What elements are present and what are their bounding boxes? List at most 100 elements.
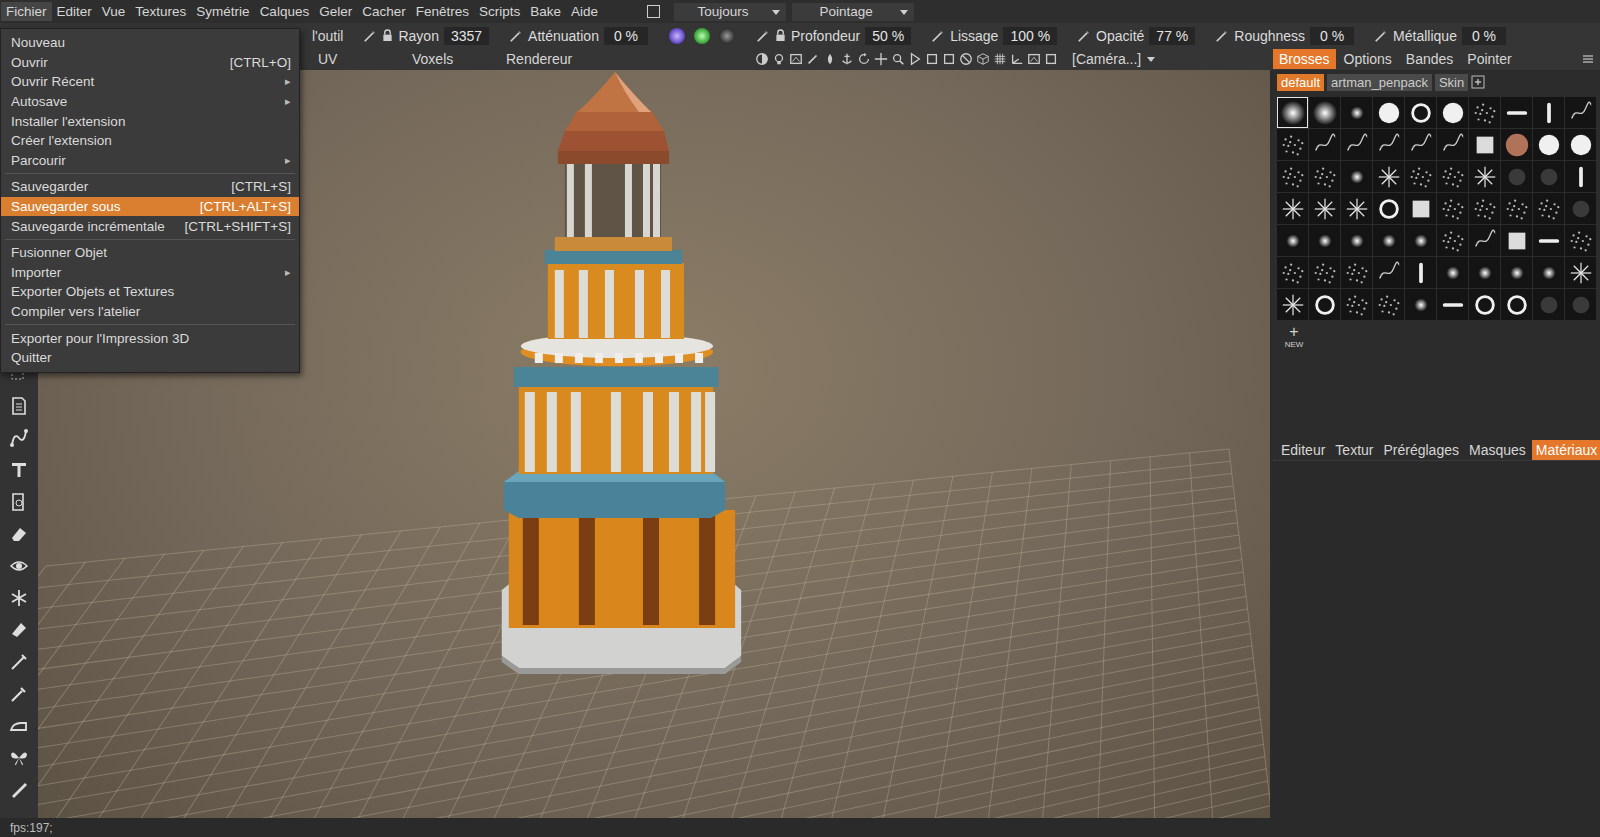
room-tab[interactable]: UV (318, 51, 412, 67)
ruler-icon[interactable] (9, 780, 29, 800)
brush-cell[interactable] (1565, 161, 1596, 192)
visibility-checkbox[interactable] (647, 5, 660, 18)
brush-cell[interactable] (1437, 289, 1468, 320)
dropdown[interactable]: Pointage (792, 3, 914, 21)
brush-cell[interactable] (1309, 97, 1340, 128)
brush-cell[interactable] (1373, 257, 1404, 288)
field-value[interactable]: 0 % (604, 27, 648, 45)
brush-cell[interactable] (1341, 193, 1372, 224)
brush-cell[interactable] (1277, 289, 1308, 320)
menu-item[interactable]: Quitter (1, 348, 299, 368)
brush-cell[interactable] (1373, 289, 1404, 320)
pen-icon[interactable] (9, 652, 29, 672)
box-icon[interactable] (1044, 52, 1058, 66)
curve-icon[interactable] (9, 428, 29, 448)
cube-icon[interactable] (976, 52, 990, 66)
menu-bar-item[interactable]: Aide (566, 2, 603, 21)
brush-cell[interactable] (1373, 97, 1404, 128)
brush-set-tab[interactable]: artman_penpack (1327, 74, 1432, 91)
brush-cell[interactable] (1533, 97, 1564, 128)
pen-pressure-icon[interactable] (756, 29, 770, 43)
brush-cell[interactable] (1501, 129, 1532, 160)
panel-tab[interactable]: Préréglages (1379, 440, 1463, 460)
brush-cell[interactable] (1341, 289, 1372, 320)
box-icon[interactable] (942, 52, 956, 66)
menu-bar-item[interactable]: Cacher (357, 2, 411, 21)
brush-cell[interactable] (1565, 225, 1596, 256)
brush-cell[interactable] (1501, 225, 1532, 256)
brush-cell[interactable] (1405, 289, 1436, 320)
brush-cell[interactable] (1469, 289, 1500, 320)
menu-item[interactable]: Exporter pour l'Impression 3D (1, 328, 299, 348)
pen-pressure-icon[interactable] (1077, 29, 1091, 43)
brush-cell[interactable] (1469, 161, 1500, 192)
menu-bar-item[interactable]: Bake (525, 2, 566, 21)
box-icon[interactable] (925, 52, 939, 66)
brush-cell[interactable] (1501, 193, 1532, 224)
panel-tab[interactable]: Brosses (1273, 49, 1336, 69)
brush-set-tab[interactable]: Skin (1435, 74, 1468, 91)
brush-cell[interactable] (1309, 289, 1340, 320)
pen-pressure-icon[interactable] (1374, 29, 1388, 43)
butterfly-icon[interactable] (9, 748, 29, 768)
pen-pressure-icon[interactable] (1215, 29, 1229, 43)
brush-cell[interactable] (1469, 225, 1500, 256)
tee-icon[interactable] (9, 460, 29, 480)
snow-icon[interactable] (9, 588, 29, 608)
brush-cell[interactable] (1341, 161, 1372, 192)
menu-item[interactable]: Sauvegarde incrémentale[CTRL+SHIFT+S] (1, 216, 299, 236)
brush-cell[interactable] (1437, 97, 1468, 128)
brush-cell[interactable] (1405, 161, 1436, 192)
brush-cell[interactable] (1309, 129, 1340, 160)
dropdown[interactable]: Toujours (674, 3, 786, 21)
doc-icon[interactable] (9, 396, 29, 416)
frame-icon[interactable] (789, 52, 803, 66)
brush-cell[interactable] (1501, 257, 1532, 288)
menu-item[interactable]: Ouvrir[CTRL+O] (1, 53, 299, 73)
iron-icon[interactable] (9, 716, 29, 736)
rotate-icon[interactable] (857, 52, 871, 66)
pen-pressure-icon[interactable] (931, 29, 945, 43)
brush-cell[interactable] (1565, 289, 1596, 320)
menu-item[interactable]: Sauvegarder sous[CTRL+ALT+S] (1, 197, 299, 217)
menu-bar-item[interactable]: Editer (52, 2, 97, 21)
brush-cell[interactable] (1341, 225, 1372, 256)
brush-cell[interactable] (1533, 193, 1564, 224)
brush-cell[interactable] (1437, 257, 1468, 288)
brush-cell[interactable] (1405, 257, 1436, 288)
menu-item[interactable]: Nouveau (1, 33, 299, 53)
brush-cell[interactable] (1437, 193, 1468, 224)
brush-cell[interactable] (1373, 161, 1404, 192)
field-value[interactable]: 50 % (865, 27, 911, 45)
pen-icon[interactable] (806, 52, 820, 66)
anchor-icon[interactable] (840, 52, 854, 66)
panel-tab[interactable]: Options (1338, 49, 1398, 69)
panel-tab[interactable]: Editeur (1277, 440, 1329, 460)
brush-cell[interactable] (1405, 97, 1436, 128)
menu-item[interactable]: Fusionner Objet (1, 243, 299, 263)
eye-icon[interactable] (9, 556, 29, 576)
brush-cell[interactable] (1501, 161, 1532, 192)
tower-model[interactable] (502, 72, 741, 674)
brush-cell[interactable] (1341, 97, 1372, 128)
sphere-icon[interactable] (693, 27, 711, 45)
brush-cell[interactable] (1277, 225, 1308, 256)
menu-item[interactable]: Sauvegarder[CTRL+S] (1, 177, 299, 197)
brush-cell[interactable] (1565, 97, 1596, 128)
brush-cell[interactable] (1277, 161, 1308, 192)
brush-cell[interactable] (1469, 97, 1500, 128)
menu-bar-item[interactable]: Geler (314, 2, 357, 21)
brush-cell[interactable] (1565, 193, 1596, 224)
brush-cell[interactable] (1405, 129, 1436, 160)
menu-item[interactable]: Ouvrir Récent▸ (1, 72, 299, 92)
brush-cell[interactable] (1341, 129, 1372, 160)
lock-icon[interactable] (382, 29, 393, 42)
brush-cell[interactable] (1309, 161, 1340, 192)
play-icon[interactable] (908, 52, 922, 66)
brush-cell[interactable] (1437, 161, 1468, 192)
menu-item[interactable]: Exporter Objets et Textures (1, 282, 299, 302)
menu-item[interactable]: Installer l'extension (1, 111, 299, 131)
brush-cell[interactable] (1405, 193, 1436, 224)
brush-cell[interactable] (1565, 257, 1596, 288)
add-set-icon[interactable] (1471, 75, 1485, 89)
